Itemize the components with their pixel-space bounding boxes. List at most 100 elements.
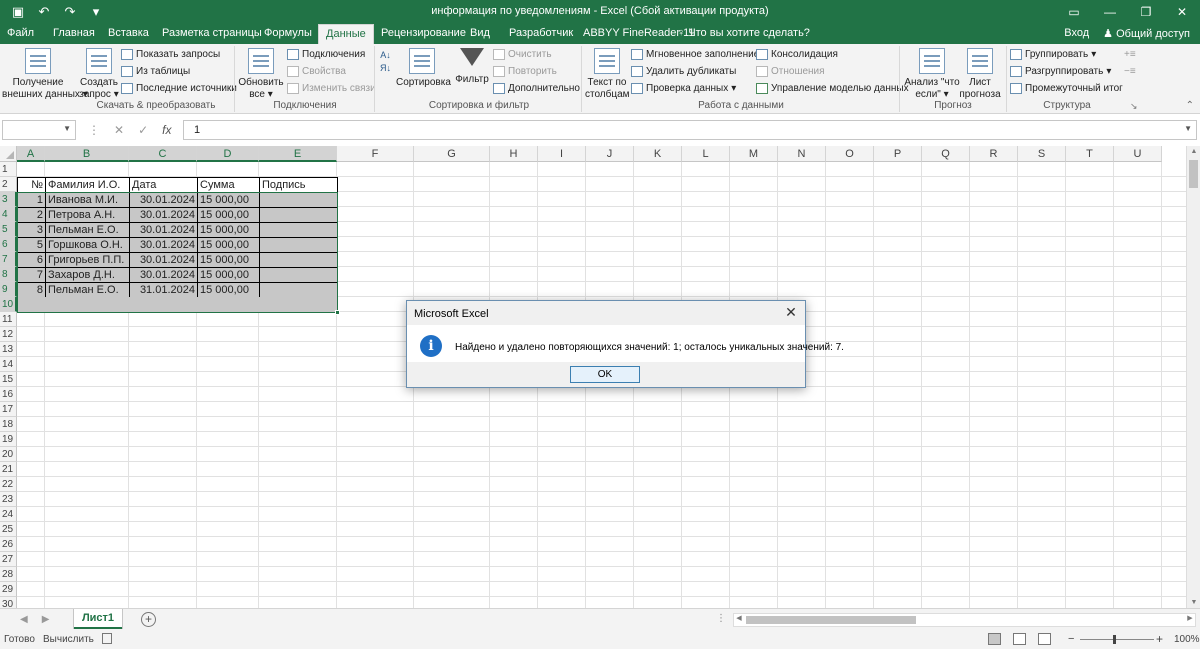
row-header-20[interactable]: 20: [0, 447, 17, 462]
row-header-24[interactable]: 24: [0, 507, 17, 522]
scroll-right-icon[interactable]: ▶: [1185, 614, 1195, 622]
collapse-ribbon-icon[interactable]: ⌃: [1186, 100, 1194, 111]
name-box[interactable]: ▼: [2, 120, 76, 140]
page-break-view-icon[interactable]: [1038, 633, 1051, 645]
macro-record-icon[interactable]: [102, 633, 112, 644]
column-header-d[interactable]: D: [197, 146, 259, 162]
calculate-button[interactable]: Вычислить: [43, 634, 94, 645]
table-cell[interactable]: [259, 222, 338, 238]
minimize-icon[interactable]: —: [1092, 0, 1128, 24]
enter-icon[interactable]: ✓: [138, 123, 148, 137]
table-cell[interactable]: [129, 297, 198, 313]
table-cell[interactable]: 30.01.2024: [129, 192, 198, 208]
tab-file[interactable]: Файл: [7, 27, 34, 39]
row-header-22[interactable]: 22: [0, 477, 17, 492]
row-header-5[interactable]: 5: [0, 222, 17, 237]
row-header-28[interactable]: 28: [0, 567, 17, 582]
table-header-cell[interactable]: Сумма: [197, 177, 260, 193]
tell-me-search[interactable]: ♀ Что вы хотите сделать?: [677, 27, 810, 39]
from-table-button[interactable]: Из таблицы: [121, 63, 190, 79]
sort-az-button[interactable]: A↓ Я↓: [380, 50, 391, 84]
select-all-corner[interactable]: [0, 146, 17, 162]
row-header-17[interactable]: 17: [0, 402, 17, 417]
signin-link[interactable]: Вход: [1064, 27, 1089, 40]
column-header-a[interactable]: A: [17, 146, 45, 162]
zoom-level[interactable]: 100%: [1174, 634, 1200, 645]
tab-page-layout[interactable]: Разметка страницы: [162, 27, 262, 39]
data-validation-button[interactable]: Проверка данных ▾: [631, 80, 736, 96]
vertical-scroll-thumb[interactable]: [1189, 160, 1198, 188]
column-header-u[interactable]: U: [1114, 146, 1162, 162]
table-cell[interactable]: [259, 237, 338, 253]
table-cell[interactable]: 30.01.2024: [129, 267, 198, 283]
row-header-23[interactable]: 23: [0, 492, 17, 507]
relationships-button[interactable]: Отношения: [756, 63, 825, 79]
table-cell[interactable]: Пельман Е.О.: [45, 282, 130, 298]
page-layout-view-icon[interactable]: [1013, 633, 1026, 645]
table-cell[interactable]: 30.01.2024: [129, 207, 198, 223]
row-header-1[interactable]: 1: [0, 162, 17, 177]
column-header-s[interactable]: S: [1018, 146, 1066, 162]
column-header-m[interactable]: M: [730, 146, 778, 162]
table-cell[interactable]: 5: [17, 237, 46, 253]
row-header-13[interactable]: 13: [0, 342, 17, 357]
table-cell[interactable]: [17, 297, 46, 313]
table-cell[interactable]: 31.01.2024: [129, 282, 198, 298]
tab-data[interactable]: Данные: [318, 24, 374, 44]
next-sheet-icon[interactable]: ▶: [42, 614, 50, 625]
forecast-sheet-button[interactable]: Лист прогноза: [958, 48, 1002, 101]
properties-button[interactable]: Свойства: [287, 63, 346, 79]
column-header-k[interactable]: K: [634, 146, 682, 162]
table-cell[interactable]: 15 000,00: [197, 237, 260, 253]
normal-view-icon[interactable]: [988, 633, 1001, 645]
text-to-columns-button[interactable]: Текст по столбцам: [585, 48, 630, 101]
row-header-15[interactable]: 15: [0, 372, 17, 387]
recent-sources-button[interactable]: Последние источники: [121, 80, 237, 96]
hide-detail-icon[interactable]: −≡: [1124, 63, 1136, 79]
row-header-8[interactable]: 8: [0, 267, 17, 282]
column-header-t[interactable]: T: [1066, 146, 1114, 162]
column-header-r[interactable]: R: [970, 146, 1018, 162]
zoom-slider[interactable]: [1080, 639, 1154, 640]
table-cell[interactable]: 30.01.2024: [129, 222, 198, 238]
table-header-cell[interactable]: Дата: [129, 177, 198, 193]
column-header-h[interactable]: H: [490, 146, 538, 162]
close-icon[interactable]: ✕: [783, 304, 799, 321]
table-cell[interactable]: Горшкова О.Н.: [45, 237, 130, 253]
table-cell[interactable]: 15 000,00: [197, 192, 260, 208]
tab-home[interactable]: Главная: [53, 27, 95, 39]
table-cell[interactable]: 8: [17, 282, 46, 298]
row-header-14[interactable]: 14: [0, 357, 17, 372]
table-cell[interactable]: 2: [17, 207, 46, 223]
row-header-7[interactable]: 7: [0, 252, 17, 267]
table-header-cell[interactable]: №: [17, 177, 46, 193]
clear-filter-button[interactable]: Очистить: [493, 46, 552, 62]
table-cell[interactable]: 7: [17, 267, 46, 283]
column-header-q[interactable]: Q: [922, 146, 970, 162]
column-header-n[interactable]: N: [778, 146, 826, 162]
filter-button[interactable]: Фильтр: [454, 48, 490, 86]
table-cell[interactable]: Григорьев П.П.: [45, 252, 130, 268]
table-header-cell[interactable]: Фамилия И.О.: [45, 177, 130, 193]
ungroup-button[interactable]: Разгруппировать ▾: [1010, 63, 1111, 79]
row-header-3[interactable]: 3: [0, 192, 17, 207]
row-header-9[interactable]: 9: [0, 282, 17, 297]
table-cell[interactable]: 6: [17, 252, 46, 268]
insert-function-icon[interactable]: fx: [162, 123, 171, 137]
row-header-25[interactable]: 25: [0, 522, 17, 537]
table-cell[interactable]: 30.01.2024: [129, 252, 198, 268]
table-cell[interactable]: Иванова М.И.: [45, 192, 130, 208]
restore-icon[interactable]: ❐: [1128, 0, 1164, 24]
group-button[interactable]: Группировать ▾: [1010, 46, 1096, 62]
formula-input[interactable]: 1 ▼: [183, 120, 1197, 140]
tab-review[interactable]: Рецензирование: [381, 27, 466, 39]
refresh-all-button[interactable]: Обновить все ▾: [238, 48, 284, 101]
table-cell[interactable]: 15 000,00: [197, 267, 260, 283]
scroll-left-icon[interactable]: ◀: [734, 614, 744, 622]
cancel-icon[interactable]: ✕: [114, 123, 124, 137]
dialog-launcher-icon[interactable]: ↘: [1130, 98, 1138, 114]
scroll-down-icon[interactable]: ▼: [1187, 599, 1200, 606]
sort-button[interactable]: Сортировка: [396, 48, 451, 89]
share-button[interactable]: ♟ Общий доступ: [1103, 27, 1190, 40]
show-queries-button[interactable]: Показать запросы: [121, 46, 220, 62]
